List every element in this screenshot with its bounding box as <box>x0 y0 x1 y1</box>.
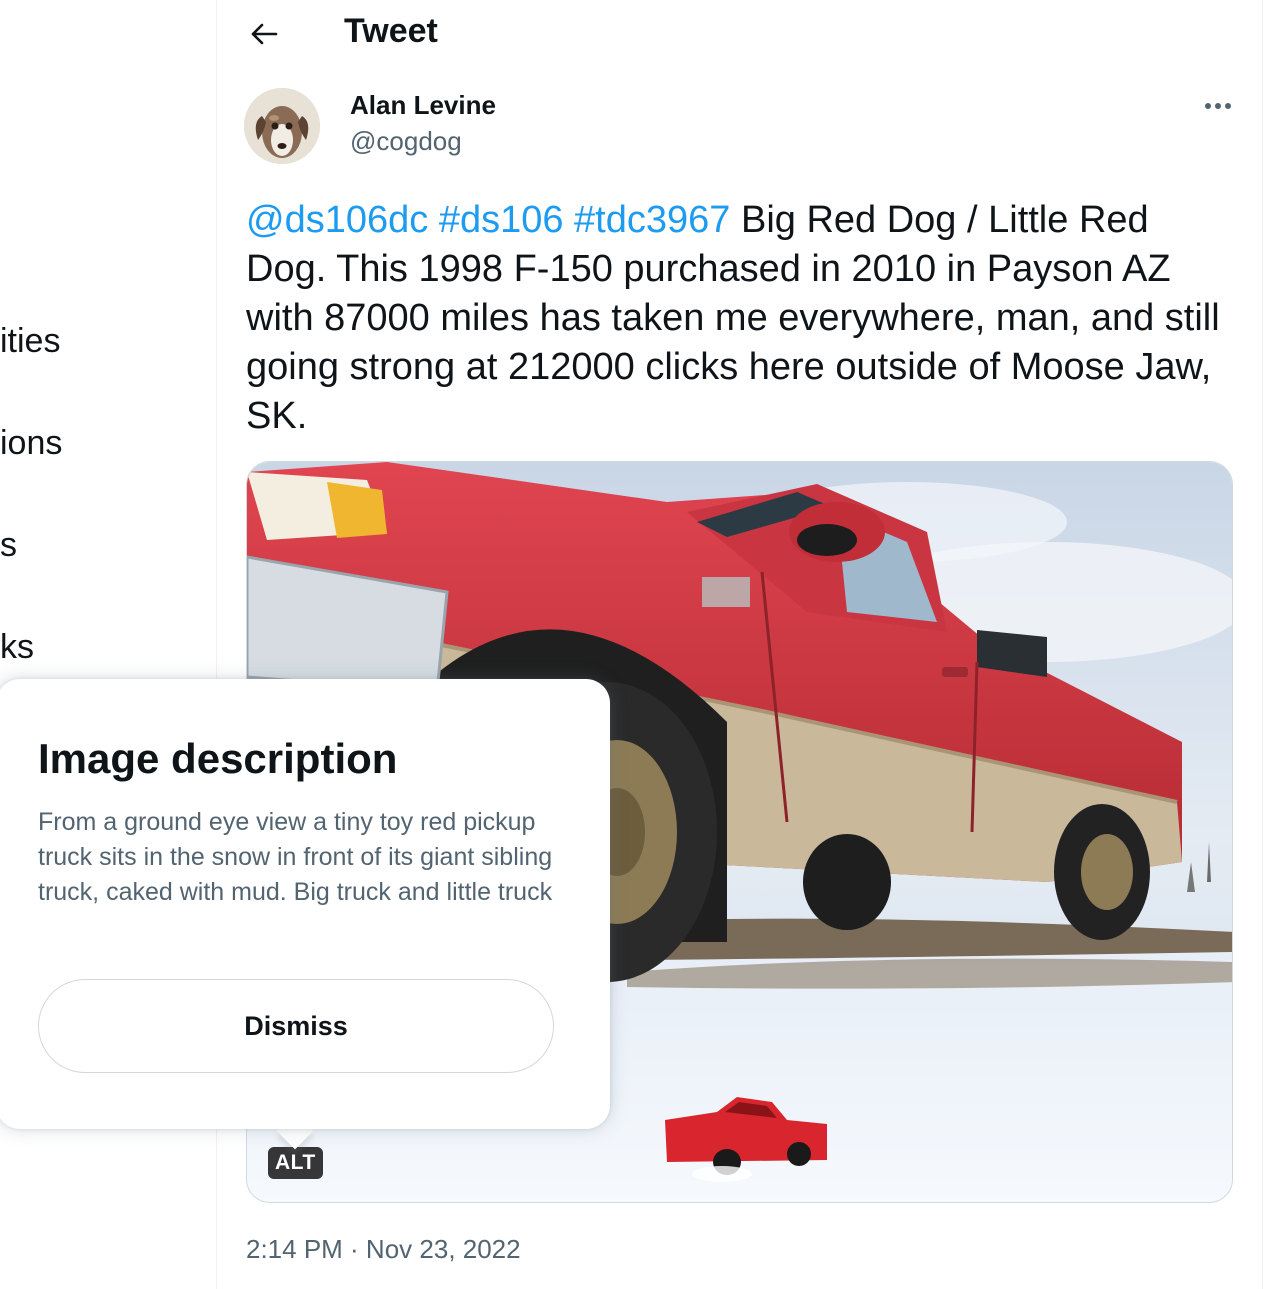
avatar[interactable] <box>244 88 320 164</box>
mention-link[interactable]: @ds106dc <box>246 199 428 241</box>
page-title: Tweet <box>344 12 438 50</box>
author-name[interactable]: Alan Levine <box>350 90 496 121</box>
hashtag-link[interactable]: #tdc3967 <box>574 199 730 241</box>
image-description-text: From a ground eye view a tiny toy red pi… <box>38 808 553 906</box>
column-divider <box>1262 0 1263 1289</box>
more-options-button[interactable] <box>1196 92 1240 120</box>
hashtag-link[interactable]: #ds106 <box>439 199 564 241</box>
more-horizontal-icon <box>1205 103 1231 109</box>
sidebar-item-bookmarks[interactable]: ks <box>0 628 34 667</box>
dismiss-button[interactable]: Dismiss <box>38 979 554 1073</box>
popover-title: Image description <box>38 735 398 782</box>
back-button[interactable] <box>244 14 284 54</box>
sidebar-item-communities[interactable]: ities <box>0 322 60 361</box>
author-handle[interactable]: @cogdog <box>350 126 462 157</box>
tweet-text: @ds106dc #ds106 #tdc3967 Big Red Dog / L… <box>246 196 1236 441</box>
sidebar-item-notifications[interactable]: ions <box>0 424 62 463</box>
sidebar-item-lists[interactable]: s <box>0 526 17 565</box>
alt-text-badge[interactable]: ALT <box>268 1147 323 1179</box>
image-description-popover: Image description From a ground eye view… <box>0 679 610 1129</box>
dog-avatar-image <box>244 88 320 164</box>
arrow-left-icon <box>251 23 278 45</box>
tweet-timestamp[interactable]: 2:14 PM · Nov 23, 2022 <box>246 1234 521 1265</box>
